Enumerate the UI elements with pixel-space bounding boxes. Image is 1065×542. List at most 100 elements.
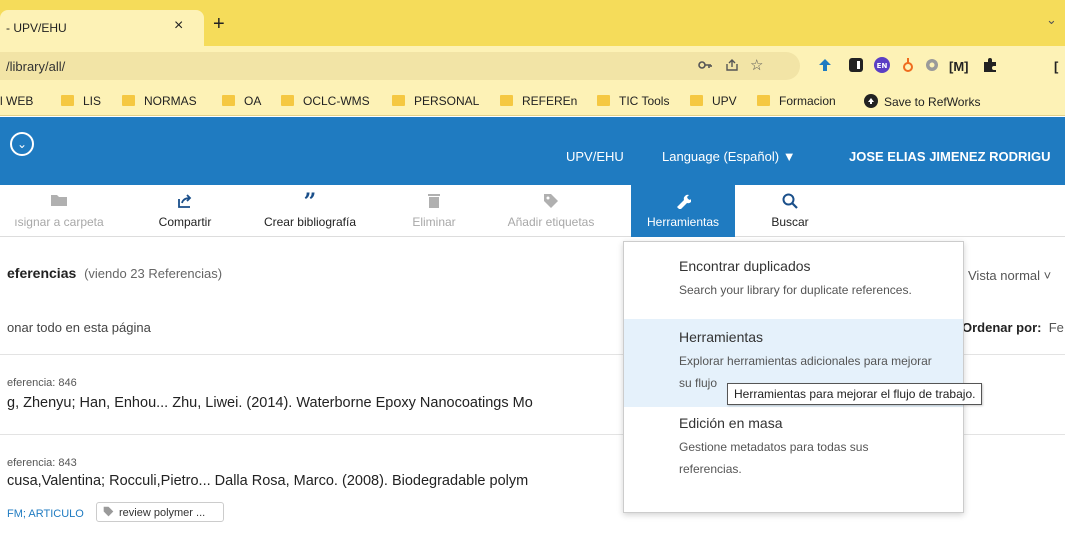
bookmark-label: UPV <box>712 94 737 108</box>
bookmark-label: TIC Tools <box>619 94 670 108</box>
bookmark-label: Formacion <box>779 94 836 108</box>
bookmark-folder[interactable]: OA <box>222 94 261 108</box>
tools-label: Herramientas <box>646 215 720 229</box>
browser-tab-strip: - UPV/EHU × + ⌄ <box>0 0 1065 46</box>
bookmark-folder[interactable]: NORMAS <box>122 94 197 108</box>
menu-item-find-duplicates[interactable]: Encontrar duplicados Search your library… <box>624 258 963 320</box>
delete-label: Eliminar <box>412 215 456 229</box>
sort-control[interactable]: Ordenar por: Fe <box>962 320 1064 335</box>
nav-org-link[interactable]: UPV/EHU <box>566 149 624 164</box>
wrench-icon <box>631 193 735 211</box>
create-bibliography-button[interactable]: ” Crear bibliografía <box>250 185 370 237</box>
nav-menu-chevron-icon[interactable]: ⌄ <box>10 132 34 156</box>
folder-icon <box>122 95 135 106</box>
address-bar[interactable]: /library/all/ ☆ <box>0 52 800 80</box>
reference-folders-link[interactable]: FM; ARTICULO <box>7 508 84 520</box>
sidebar-panel-icon[interactable]: [ <box>1054 59 1058 74</box>
bookmark-label: LIS <box>83 94 102 108</box>
folder-icon <box>0 193 118 211</box>
reference-citation[interactable]: cusa,Valentina; Rocculi,Pietro... Dalla … <box>7 473 528 489</box>
bookmark-label: NORMAS <box>144 94 197 108</box>
share-icon[interactable] <box>725 58 739 75</box>
extensions-puzzle-icon[interactable] <box>982 57 998 76</box>
add-tags-label: Añadir etiquetas <box>507 215 595 229</box>
folder-icon <box>222 95 235 106</box>
reference-id: eferencia: 843 <box>7 457 77 469</box>
bookmark-folder[interactable]: PERSONAL <box>392 94 479 108</box>
menu-item-description: Gestione metadatos para todas sus <box>679 440 869 454</box>
folder-icon <box>597 95 610 106</box>
bookmark-folder[interactable]: Formacion <box>757 94 836 108</box>
extension-dark-icon[interactable] <box>848 56 864 77</box>
bookmark-folder[interactable]: LIS <box>61 94 101 108</box>
extension-arrow-icon[interactable] <box>817 57 833 76</box>
references-count: (viendo 23 Referencias) <box>84 266 223 281</box>
folder-icon <box>690 95 703 106</box>
tab-list-chevron-icon[interactable]: ⌄ <box>1046 12 1057 28</box>
url-text[interactable]: /library/all/ <box>6 59 65 74</box>
sort-label: Ordenar por: <box>962 320 1042 335</box>
bookmark-folder[interactable]: TIC Tools <box>597 94 669 108</box>
reference-citation[interactable]: g, Zhenyu; Han, Enhou... Zhu, Liwei. (20… <box>7 395 533 411</box>
folder-icon <box>392 95 405 106</box>
extension-gear-icon[interactable] <box>924 57 940 76</box>
folder-icon <box>281 95 294 106</box>
address-row: /library/all/ ☆ EN [M] [ <box>0 46 1065 86</box>
bookmark-folder[interactable]: REFEREn <box>500 94 577 108</box>
extension-orange-icon[interactable] <box>902 56 914 77</box>
tools-button[interactable]: Herramientas <box>631 185 735 237</box>
svg-text:EN: EN <box>877 62 888 70</box>
menu-item-bulk-edit[interactable]: Edición en masa Gestione metadatos para … <box>624 415 963 505</box>
user-menu[interactable]: JOSE ELIAS JIMENEZ RODRIGU <box>849 149 1051 164</box>
browser-tab[interactable]: - UPV/EHU × <box>0 10 204 46</box>
extension-en-icon[interactable]: EN <box>874 57 890 76</box>
bookmark-star-icon[interactable]: ☆ <box>750 56 763 74</box>
add-tags-button[interactable]: Añadir etiquetas <box>495 185 607 237</box>
tag-icon <box>103 506 114 517</box>
search-label: Buscar <box>771 215 809 229</box>
tag-icon <box>495 193 607 211</box>
language-selector[interactable]: Language (Español) ▼ <box>662 149 796 164</box>
search-icon <box>760 193 820 211</box>
select-all-on-page[interactable]: onar todo en esta página <box>7 320 151 335</box>
tab-close-icon[interactable]: × <box>174 17 183 35</box>
assign-folder-label: ısignar a carpeta <box>14 215 104 229</box>
new-tab-button[interactable]: + <box>213 13 225 36</box>
share-icon <box>143 193 227 211</box>
bookmark-item[interactable]: Save to RefWorks <box>864 94 980 109</box>
bookmark-folder[interactable]: UPV <box>690 94 737 108</box>
quote-icon: ” <box>303 189 317 215</box>
folder-icon <box>61 95 74 106</box>
menu-item-description: Search your library for duplicate refere… <box>679 283 912 297</box>
password-key-icon[interactable] <box>698 58 712 75</box>
bookmark-folder[interactable]: OCLC-WMS <box>281 94 370 108</box>
bookmark-label: REFEREn <box>522 94 578 108</box>
tag-chip-label: review polymer ... <box>119 507 206 519</box>
search-button[interactable]: Buscar <box>760 185 820 237</box>
assign-folder-button[interactable]: ısignar a carpeta <box>0 185 118 237</box>
create-bibliography-label: Crear bibliografía <box>263 215 357 229</box>
tools-dropdown-menu: Encontrar duplicados Search your library… <box>623 241 964 513</box>
library-toolbar: ısignar a carpeta Compartir ” Crear bibl… <box>0 185 1065 237</box>
menu-item-title: Edición en masa <box>679 415 783 431</box>
tools-tooltip: Herramientas para mejorar el flujo de tr… <box>727 383 983 405</box>
reference-id: eferencia: 846 <box>7 377 77 389</box>
delete-button[interactable]: Eliminar <box>400 185 468 237</box>
bookmark-label: l WEB <box>0 94 34 108</box>
menu-item-description: Explorar herramientas adicionales para m… <box>679 354 932 368</box>
extension-m-icon[interactable]: [M] <box>949 59 969 74</box>
share-button[interactable]: Compartir <box>143 185 227 237</box>
bookmark-label: PERSONAL <box>414 94 480 108</box>
bookmark-label: OA <box>244 94 262 108</box>
bookmark-item[interactable]: l WEB <box>0 94 33 108</box>
refworks-icon <box>864 94 878 108</box>
menu-item-description-2: referencias. <box>679 462 742 476</box>
references-title: eferencias <box>7 265 77 281</box>
tag-chip[interactable]: review polymer ... <box>96 502 224 522</box>
share-label: Compartir <box>158 215 212 229</box>
bookmarks-bar: l WEB LIS NORMAS OA OCLC-WMS PERSONAL RE… <box>0 86 1065 116</box>
trash-icon <box>400 193 468 211</box>
app-nav-bar: ⌄ UPV/EHU Language (Español) ▼ JOSE ELIA… <box>0 117 1065 185</box>
menu-item-title: Herramientas <box>679 329 764 345</box>
view-mode-selector[interactable]: Vista normal ˅ <box>968 268 1051 283</box>
